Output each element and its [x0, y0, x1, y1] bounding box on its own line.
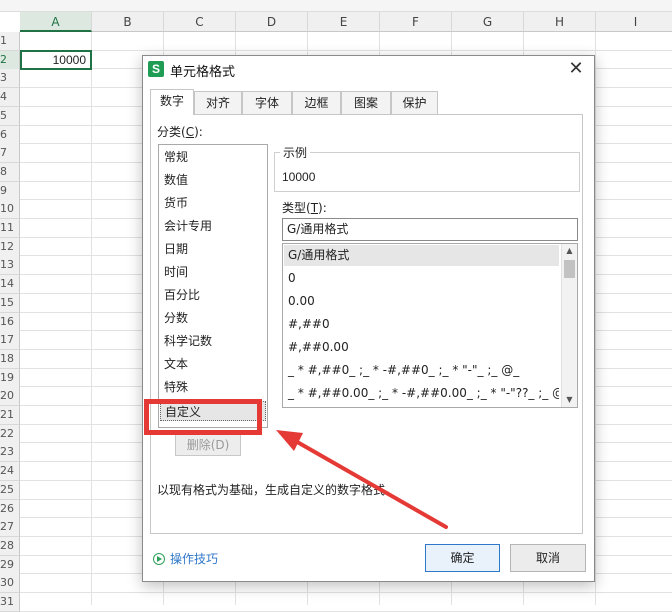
- row-header-21[interactable]: 21: [0, 406, 20, 425]
- tab-protection[interactable]: 保护: [391, 91, 438, 114]
- type-item[interactable]: G/通用格式: [284, 245, 559, 266]
- row-header-30[interactable]: 30: [0, 574, 20, 594]
- row-header-29[interactable]: 29: [0, 555, 20, 575]
- scroll-down-icon[interactable]: ▼: [562, 393, 577, 407]
- dialog-title: 单元格格式: [170, 65, 236, 80]
- category-item-number[interactable]: 数值: [164, 170, 188, 190]
- sample-label: 示例: [280, 144, 311, 161]
- category-label: 分类(C):: [157, 125, 203, 139]
- row-header-23[interactable]: 23: [0, 443, 20, 463]
- row-header-22[interactable]: 22: [0, 424, 20, 444]
- category-item-accounting[interactable]: 会计专用: [164, 216, 212, 236]
- category-item-date[interactable]: 日期: [164, 239, 188, 259]
- dialog-titlebar: S 单元格格式 ✕: [143, 56, 594, 82]
- row-header-4[interactable]: 4: [0, 88, 20, 108]
- row-header-31[interactable]: 31: [0, 593, 20, 612]
- row-header-26[interactable]: 26: [0, 499, 20, 519]
- column-header-a[interactable]: A: [20, 12, 92, 32]
- row-header-10[interactable]: 10: [0, 200, 20, 220]
- type-list-scrollbar[interactable]: ▲ ▼: [561, 244, 577, 407]
- highlight-annotation: [144, 399, 262, 435]
- column-header-c[interactable]: C: [164, 12, 236, 32]
- tab-pattern[interactable]: 图案: [341, 91, 391, 114]
- row-header-9[interactable]: 9: [0, 181, 20, 201]
- column-header-d[interactable]: D: [236, 12, 308, 32]
- row-header-1[interactable]: 1: [0, 32, 20, 51]
- row-header-13[interactable]: 13: [0, 256, 20, 276]
- category-item-fraction[interactable]: 分数: [164, 308, 188, 328]
- category-item-currency[interactable]: 货币: [164, 193, 188, 213]
- app-logo-icon: S: [148, 61, 164, 77]
- row-header-7[interactable]: 7: [0, 144, 20, 164]
- row-header-2[interactable]: 2: [0, 50, 20, 70]
- tab-font[interactable]: 字体: [242, 91, 292, 114]
- type-label: 类型(T):: [282, 201, 327, 215]
- row-header-12[interactable]: 12: [0, 237, 20, 257]
- row-header-24[interactable]: 24: [0, 462, 20, 482]
- row-header-28[interactable]: 28: [0, 536, 20, 556]
- type-item[interactable]: 0.00: [284, 291, 559, 312]
- type-input[interactable]: G/通用格式: [282, 218, 578, 241]
- row-header-17[interactable]: 17: [0, 331, 20, 351]
- type-item[interactable]: 0: [284, 268, 559, 289]
- cell-a2[interactable]: 10000: [20, 50, 92, 70]
- row-header-15[interactable]: 15: [0, 293, 20, 313]
- sample-value: 10000: [282, 170, 316, 184]
- scroll-thumb[interactable]: [564, 260, 575, 278]
- delete-button[interactable]: 删除(D): [175, 434, 241, 456]
- row-header-5[interactable]: 5: [0, 106, 20, 126]
- tab-number[interactable]: 数字: [150, 89, 194, 115]
- tab-border[interactable]: 边框: [292, 91, 341, 114]
- category-item-general[interactable]: 常规: [164, 147, 188, 167]
- row-header-19[interactable]: 19: [0, 368, 20, 388]
- type-item[interactable]: _ * #,##0_ ;_ * -#,##0_ ;_ * "-"_ ;_ @_: [284, 360, 559, 381]
- sample-group: [274, 152, 580, 192]
- row-header-27[interactable]: 27: [0, 518, 20, 538]
- row-header-11[interactable]: 11: [0, 219, 20, 238]
- tips-link-label: 操作技巧: [170, 552, 219, 566]
- type-item[interactable]: #,##0.00: [284, 337, 559, 358]
- category-item-scientific[interactable]: 科学记数: [164, 331, 212, 351]
- column-header-f[interactable]: F: [380, 12, 452, 32]
- toolbar-strip: [0, 0, 672, 12]
- column-header-b[interactable]: B: [92, 12, 164, 32]
- column-header-h[interactable]: H: [524, 12, 596, 32]
- type-list[interactable]: G/通用格式 0 0.00 #,##0 #,##0.00 _ * #,##0_ …: [282, 243, 578, 408]
- row-header-16[interactable]: 16: [0, 312, 20, 332]
- grid-column-line: [91, 32, 92, 605]
- scroll-up-icon[interactable]: ▲: [562, 244, 577, 258]
- row-header-8[interactable]: 8: [0, 162, 20, 182]
- tips-link[interactable]: 操作技巧: [153, 550, 218, 567]
- category-item-percentage[interactable]: 百分比: [164, 285, 200, 305]
- row-header-14[interactable]: 14: [0, 275, 20, 295]
- row-header-6[interactable]: 6: [0, 125, 20, 145]
- play-circle-icon: [153, 553, 165, 565]
- grid-column-line: [595, 32, 596, 605]
- cancel-button[interactable]: 取消: [510, 544, 586, 572]
- column-header-g[interactable]: G: [452, 12, 524, 32]
- category-item-time[interactable]: 时间: [164, 262, 188, 282]
- close-icon[interactable]: ✕: [566, 59, 586, 79]
- type-item[interactable]: #,##0: [284, 314, 559, 335]
- type-item[interactable]: _ * #,##0.00_ ;_ * -#,##0.00_ ;_ * "-"??…: [284, 383, 559, 404]
- row-header-25[interactable]: 25: [0, 480, 20, 500]
- row-header-20[interactable]: 20: [0, 387, 20, 407]
- number-tab-panel: 分类(C): 常规 数值 货币 会计专用 日期 时间 百分比 分数 科学记数 文…: [150, 114, 583, 534]
- column-header-e[interactable]: E: [308, 12, 380, 32]
- row-header-3[interactable]: 3: [0, 69, 20, 89]
- grid-row-line: [20, 592, 672, 593]
- category-item-special[interactable]: 特殊: [164, 377, 188, 397]
- grid-row-line: [20, 49, 672, 51]
- format-cells-dialog: S 单元格格式 ✕ 数字 对齐 字体 边框 图案 保护 分类(C): 常规 数值…: [142, 55, 595, 582]
- row-header-18[interactable]: 18: [0, 349, 20, 369]
- category-item-text[interactable]: 文本: [164, 354, 188, 374]
- format-description: 以现有格式为基础，生成自定义的数字格式。: [157, 483, 398, 497]
- ok-button[interactable]: 确定: [425, 544, 500, 572]
- category-list[interactable]: 常规 数值 货币 会计专用 日期 时间 百分比 分数 科学记数 文本 特殊 自定…: [158, 144, 268, 428]
- column-header-i[interactable]: I: [596, 12, 672, 32]
- tab-alignment[interactable]: 对齐: [194, 91, 242, 114]
